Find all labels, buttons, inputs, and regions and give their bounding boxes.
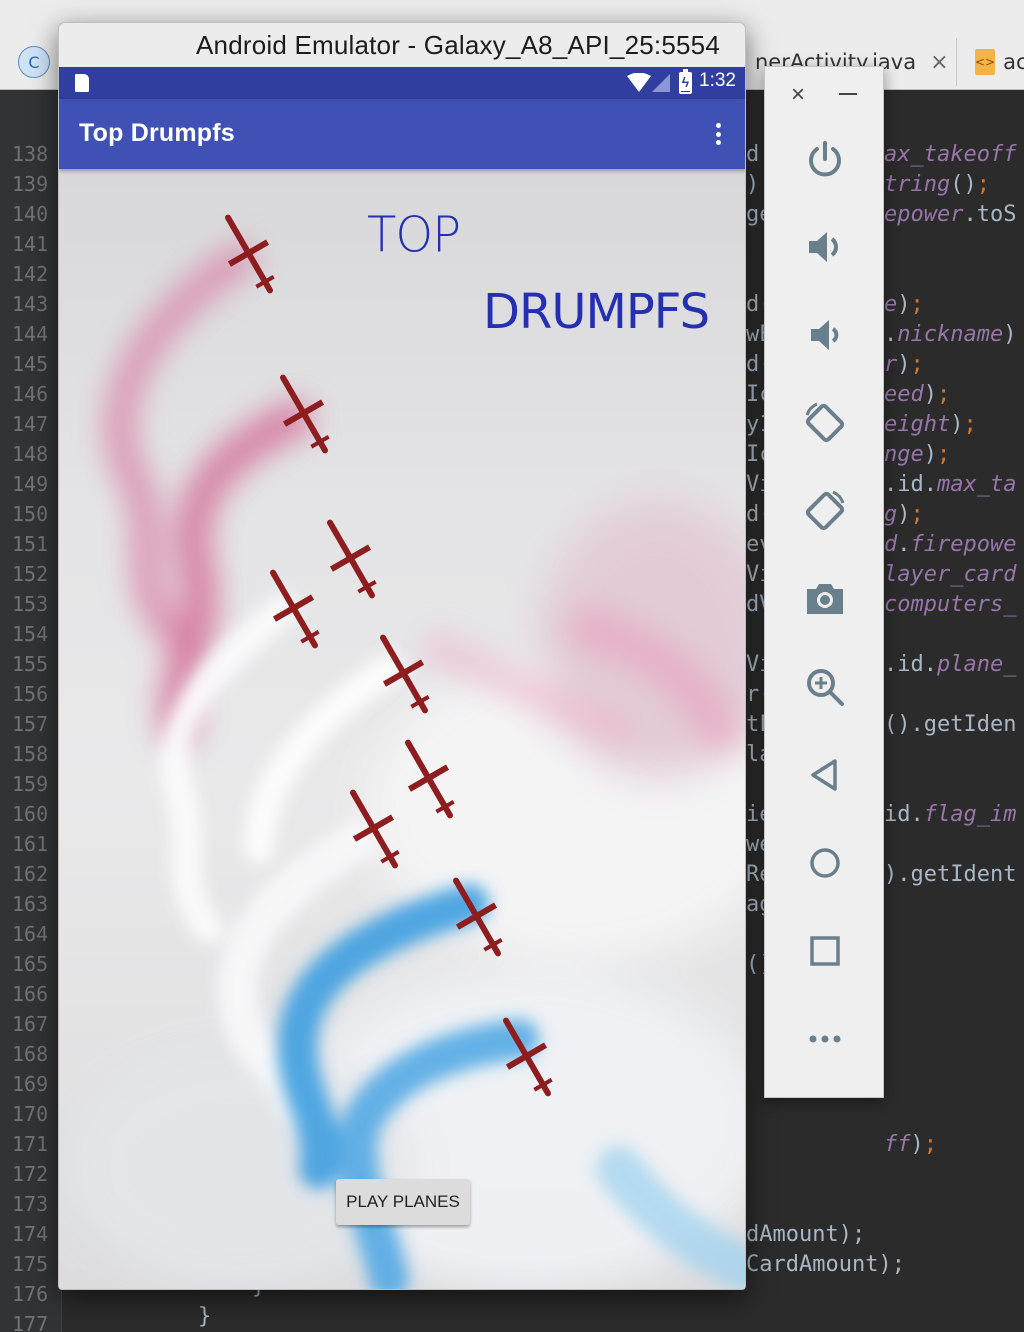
line-number: 163 xyxy=(12,892,49,916)
code-brace: } xyxy=(198,1304,212,1329)
code-fragment: r); xyxy=(884,352,924,377)
play-planes-button[interactable]: PLAY PLANES xyxy=(336,1179,470,1225)
line-number: 165 xyxy=(12,952,49,976)
line-number: 149 xyxy=(12,472,49,496)
line-number: 175 xyxy=(12,1252,49,1276)
status-time: 1:32 xyxy=(699,70,736,91)
code-fragment: nge); xyxy=(884,442,951,467)
line-number: 148 xyxy=(12,442,49,466)
ide-tab-label: ac xyxy=(1003,50,1024,74)
camera-icon[interactable] xyxy=(799,573,851,625)
app-title: Top Drumpfs xyxy=(79,119,235,147)
line-number: 176 xyxy=(12,1282,49,1306)
line-number: 170 xyxy=(12,1102,49,1126)
more-icon[interactable] xyxy=(799,1013,851,1065)
zoom-icon[interactable] xyxy=(799,661,851,713)
home-icon[interactable] xyxy=(799,837,851,889)
line-number: 172 xyxy=(12,1162,49,1186)
code-fragment: ().getIden xyxy=(884,712,1017,737)
code-fragment: g); xyxy=(884,502,924,527)
line-number: 161 xyxy=(12,832,49,856)
line-number: 150 xyxy=(12,502,49,526)
xml-file-icon: <> xyxy=(975,49,996,75)
sd-card-icon xyxy=(75,74,89,92)
battery-charging-icon xyxy=(679,69,692,94)
line-number: 141 xyxy=(12,232,49,256)
code-fragment: tring(); xyxy=(884,172,990,197)
code-fragment: dAmount); xyxy=(746,1222,866,1247)
line-number: 154 xyxy=(12,622,49,646)
ide-tab-xml[interactable]: <> ac xyxy=(956,38,1024,86)
line-number-gutter: 138 139 140 141 142 143 144 145 146 147 148 149 150 1… xyxy=(0,90,62,1332)
line-number: 155 xyxy=(12,652,49,676)
close-icon[interactable]: × xyxy=(930,50,948,75)
line-number: 164 xyxy=(12,922,49,946)
code-fragment: ax_takeoff xyxy=(884,142,1017,167)
line-number: 156 xyxy=(12,682,49,706)
emulator-toolbar: × xyxy=(764,66,884,1098)
title-line-drumpfs: DRUMPFS xyxy=(483,284,710,340)
line-number: 139 xyxy=(12,172,49,196)
line-number: 153 xyxy=(12,592,49,616)
line-number: 142 xyxy=(12,262,49,286)
line-number: 168 xyxy=(12,1042,49,1066)
code-fragment: d.firepowe xyxy=(884,532,1017,557)
line-number: 169 xyxy=(12,1072,49,1096)
code-fragment: computers_ xyxy=(884,592,1017,617)
code-fragment: .id.max_ta xyxy=(884,472,1017,497)
power-icon[interactable] xyxy=(799,133,851,185)
line-number: 160 xyxy=(12,802,49,826)
rotate-left-icon[interactable] xyxy=(799,397,851,449)
line-number: 167 xyxy=(12,1012,49,1036)
line-number: 138 xyxy=(12,142,49,166)
line-number: 174 xyxy=(12,1222,49,1246)
line-number: 166 xyxy=(12,982,49,1006)
line-number: 173 xyxy=(12,1192,49,1216)
code-fragment: eight); xyxy=(884,412,977,437)
line-number: 177 xyxy=(12,1312,49,1332)
app-content: TOP DRUMPFS PLAY PLANES xyxy=(59,169,745,1289)
code-fragment: ).getIdent xyxy=(884,862,1017,887)
overflow-menu-icon[interactable] xyxy=(709,119,727,149)
code-fragment: .id.plane_ xyxy=(884,652,1017,677)
line-number: 152 xyxy=(12,562,49,586)
line-number: 171 xyxy=(12,1132,49,1156)
line-number: 147 xyxy=(12,412,49,436)
code-fragment: layer_card xyxy=(884,562,1017,587)
wifi-icon xyxy=(627,73,651,92)
minimize-icon[interactable] xyxy=(839,93,857,95)
line-number: 146 xyxy=(12,382,49,406)
code-fragment: id.flag_im xyxy=(884,802,1017,827)
volume-up-icon[interactable] xyxy=(799,221,851,273)
code-fragment: .nickname) xyxy=(884,322,1017,347)
title-line-top: TOP xyxy=(367,206,461,264)
code-fragment: ff); xyxy=(884,1132,937,1157)
line-number: 144 xyxy=(12,322,49,346)
code-fragment: CardAmount); xyxy=(746,1252,905,1277)
signal-icon xyxy=(652,74,670,92)
emulator-window: Android Emulator - Galaxy_A8_API_25:5554… xyxy=(58,22,746,1290)
volume-down-icon[interactable] xyxy=(799,309,851,361)
jet xyxy=(327,519,377,599)
android-status-bar: 1:32 xyxy=(59,67,745,99)
line-number: 140 xyxy=(12,202,49,226)
line-number: 158 xyxy=(12,742,49,766)
code-fragment: e); xyxy=(884,292,924,317)
back-icon[interactable] xyxy=(799,749,851,801)
line-number: 157 xyxy=(12,712,49,736)
rotate-right-icon[interactable] xyxy=(799,485,851,537)
line-number: 159 xyxy=(12,772,49,796)
java-class-icon[interactable]: C xyxy=(18,46,50,78)
line-number: 145 xyxy=(12,352,49,376)
code-fragment: epower.toS xyxy=(884,202,1017,227)
close-icon[interactable]: × xyxy=(791,81,805,109)
line-number: 151 xyxy=(12,532,49,556)
code-fragment: eed); xyxy=(884,382,951,407)
emulator-window-title: Android Emulator - Galaxy_A8_API_25:5554 xyxy=(196,29,720,60)
line-number: 162 xyxy=(12,862,49,886)
line-number: 143 xyxy=(12,292,49,316)
overview-icon[interactable] xyxy=(799,925,851,977)
app-toolbar: Top Drumpfs xyxy=(59,99,745,169)
